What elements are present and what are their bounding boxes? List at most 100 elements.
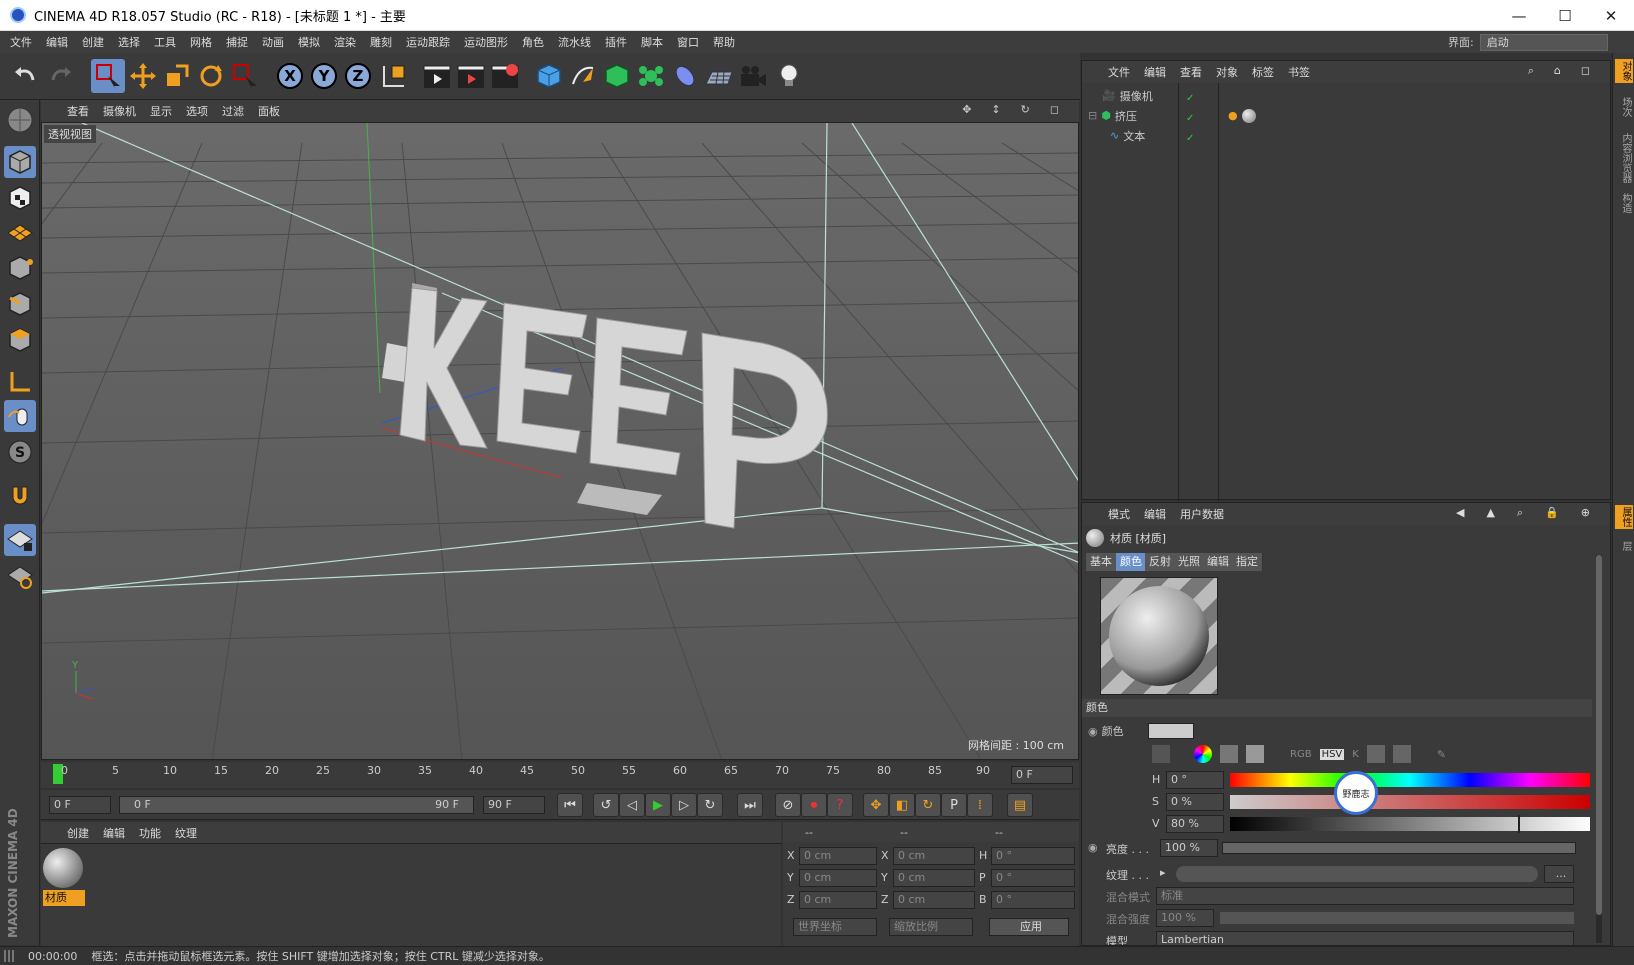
viewport-menu-panel[interactable]: 面板 — [258, 103, 280, 119]
floor-icon[interactable] — [702, 59, 736, 93]
apply-button[interactable]: 应用 — [989, 918, 1069, 936]
scale-mode-dropdown[interactable]: 缩放比例 — [889, 918, 973, 936]
eyedropper-mode-icon[interactable] — [1152, 745, 1170, 763]
camera-icon[interactable] — [736, 59, 770, 93]
obj-menu-edit[interactable]: 编辑 — [1144, 64, 1166, 80]
hue-field[interactable]: 0 ° — [1166, 771, 1224, 789]
tab-content-browser[interactable]: 内容浏览器 — [1615, 133, 1633, 183]
swatches-icon[interactable] — [1392, 745, 1411, 763]
menu-help[interactable]: 帮助 — [713, 34, 735, 50]
saturation-slider[interactable] — [1230, 795, 1590, 809]
snapping-icon[interactable] — [4, 480, 36, 512]
search-icon[interactable]: ⌕ — [1517, 506, 1523, 520]
cube-primitive-icon[interactable] — [532, 59, 566, 93]
object-row-extrude[interactable]: ⊟ ⬢ 挤压 ● — [1082, 106, 1610, 125]
key-rotation-icon[interactable]: ↻ — [915, 793, 941, 817]
value-field[interactable]: 80 % — [1166, 815, 1224, 833]
menu-script[interactable]: 脚本 — [641, 34, 663, 50]
search-icon[interactable]: ⌕ — [1528, 64, 1534, 78]
mat-menu-create[interactable]: 创建 — [67, 825, 89, 841]
size-z-field[interactable]: 0 cm — [893, 891, 975, 909]
menu-animate[interactable]: 动画 — [262, 34, 284, 50]
home-icon[interactable]: ⌂ — [1554, 64, 1561, 78]
animate-radio-icon[interactable]: ◉ — [1088, 841, 1098, 854]
live-selection-icon[interactable] — [91, 59, 125, 93]
key-point-level-icon[interactable]: ⁞ — [967, 793, 993, 817]
spline-pen-icon[interactable] — [566, 59, 600, 93]
menu-simulate[interactable]: 模拟 — [298, 34, 320, 50]
menu-mograph[interactable]: 运动图形 — [464, 34, 508, 50]
mat-menu-edit[interactable]: 编辑 — [103, 825, 125, 841]
up-arrow-icon[interactable]: ▲ — [1486, 506, 1494, 520]
timeline-window-icon[interactable]: ▤ — [1007, 793, 1033, 817]
goto-end-icon[interactable]: ⏭ — [737, 793, 763, 817]
menu-motion-tracking[interactable]: 运动跟踪 — [406, 34, 450, 50]
menu-tools[interactable]: 工具 — [154, 34, 176, 50]
attr-menu-mode[interactable]: 模式 — [1108, 506, 1130, 522]
key-scale-icon[interactable]: ◧ — [889, 793, 915, 817]
blend-strength-field[interactable]: 100 % — [1156, 909, 1214, 927]
attr-menu-userdata[interactable]: 用户数据 — [1180, 506, 1224, 522]
undo-icon[interactable] — [8, 59, 42, 93]
move-icon[interactable] — [126, 59, 160, 93]
attr-menu-edit[interactable]: 编辑 — [1144, 506, 1166, 522]
solo-mode-icon[interactable]: S — [4, 436, 36, 468]
mat-menu-texture[interactable]: 纹理 — [175, 825, 197, 841]
autokey-icon[interactable]: ? — [827, 793, 853, 817]
record-icon[interactable]: ⏺ — [801, 793, 827, 817]
blend-strength-slider[interactable] — [1220, 912, 1574, 924]
texture-mode-icon[interactable] — [4, 182, 36, 214]
menu-edit[interactable]: 编辑 — [46, 34, 68, 50]
kelvin-mode[interactable]: K — [1352, 749, 1359, 760]
tweak-mode-icon[interactable] — [4, 400, 36, 432]
record-lock-icon[interactable]: ⊘ — [775, 793, 801, 817]
menu-mesh[interactable]: 网格 — [190, 34, 212, 50]
image-picker-icon[interactable] — [1246, 745, 1264, 763]
key-parameter-icon[interactable]: P — [941, 793, 967, 817]
rotation-b-field[interactable]: 0 ° — [991, 891, 1075, 909]
viewport-menu-display[interactable]: 显示 — [150, 103, 172, 119]
position-y-field[interactable]: 0 cm — [799, 869, 877, 887]
next-frame-icon[interactable]: ▷ — [671, 793, 697, 817]
material-tag-preview[interactable] — [1242, 108, 1256, 123]
rgb-mode[interactable]: RGB — [1290, 749, 1312, 760]
new-panel-icon[interactable]: ⊕ — [1581, 506, 1590, 520]
visibility-checks[interactable]: ✓ ✓ ✓ — [1186, 89, 1194, 149]
viewport-menu-view[interactable]: 查看 — [67, 103, 89, 119]
close-panel-icon[interactable]: ◻ — [1581, 64, 1590, 78]
tab-attributes[interactable]: 属性 — [1615, 505, 1633, 529]
render-view-icon[interactable] — [420, 59, 454, 93]
attr-scrollbar-thumb[interactable] — [1596, 555, 1602, 915]
color-wheel-icon[interactable] — [1194, 745, 1212, 763]
object-row-camera[interactable]: 🎥 摄像机 — [1082, 86, 1610, 105]
points-mode-icon[interactable] — [4, 252, 36, 284]
redo-icon[interactable] — [44, 59, 78, 93]
menu-snap[interactable]: 捕捉 — [226, 34, 248, 50]
workplane-mode-icon[interactable] — [4, 216, 36, 248]
key-position-icon[interactable]: ✥ — [863, 793, 889, 817]
menu-sculpt[interactable]: 雕刻 — [370, 34, 392, 50]
viewport-menu-camera[interactable]: 摄像机 — [103, 103, 136, 119]
collapse-icon[interactable]: ⊟ — [1088, 109, 1097, 122]
world-coords-dropdown[interactable]: 世界坐标 — [793, 918, 877, 936]
rotate-icon[interactable] — [194, 59, 228, 93]
position-z-field[interactable]: 0 cm — [799, 891, 877, 909]
tab-assign[interactable]: 指定 — [1232, 553, 1263, 571]
z-axis-toggle[interactable]: Z — [341, 59, 375, 93]
texture-expand-icon[interactable]: ▸ — [1160, 866, 1166, 879]
brightness-slider[interactable] — [1222, 842, 1576, 854]
texture-more-button[interactable]: ... — [1544, 865, 1574, 883]
tab-illumination[interactable]: 光照 — [1174, 553, 1205, 571]
tab-reflectance[interactable]: 反射 — [1145, 553, 1176, 571]
texture-slot[interactable] — [1176, 866, 1538, 882]
tab-objects[interactable]: 对象 — [1615, 59, 1633, 83]
coordinate-system-icon[interactable] — [377, 59, 411, 93]
material-preview[interactable] — [1100, 577, 1218, 695]
menu-select[interactable]: 选择 — [118, 34, 140, 50]
lock-icon[interactable]: 🔒 — [1545, 506, 1559, 520]
size-x-field[interactable]: 0 cm — [893, 847, 975, 865]
back-arrow-icon[interactable]: ◀ — [1456, 506, 1464, 520]
dolly-view-icon[interactable]: ↕ — [991, 103, 1000, 116]
rotation-h-field[interactable]: 0 ° — [991, 847, 1075, 865]
menu-file[interactable]: 文件 — [10, 34, 32, 50]
